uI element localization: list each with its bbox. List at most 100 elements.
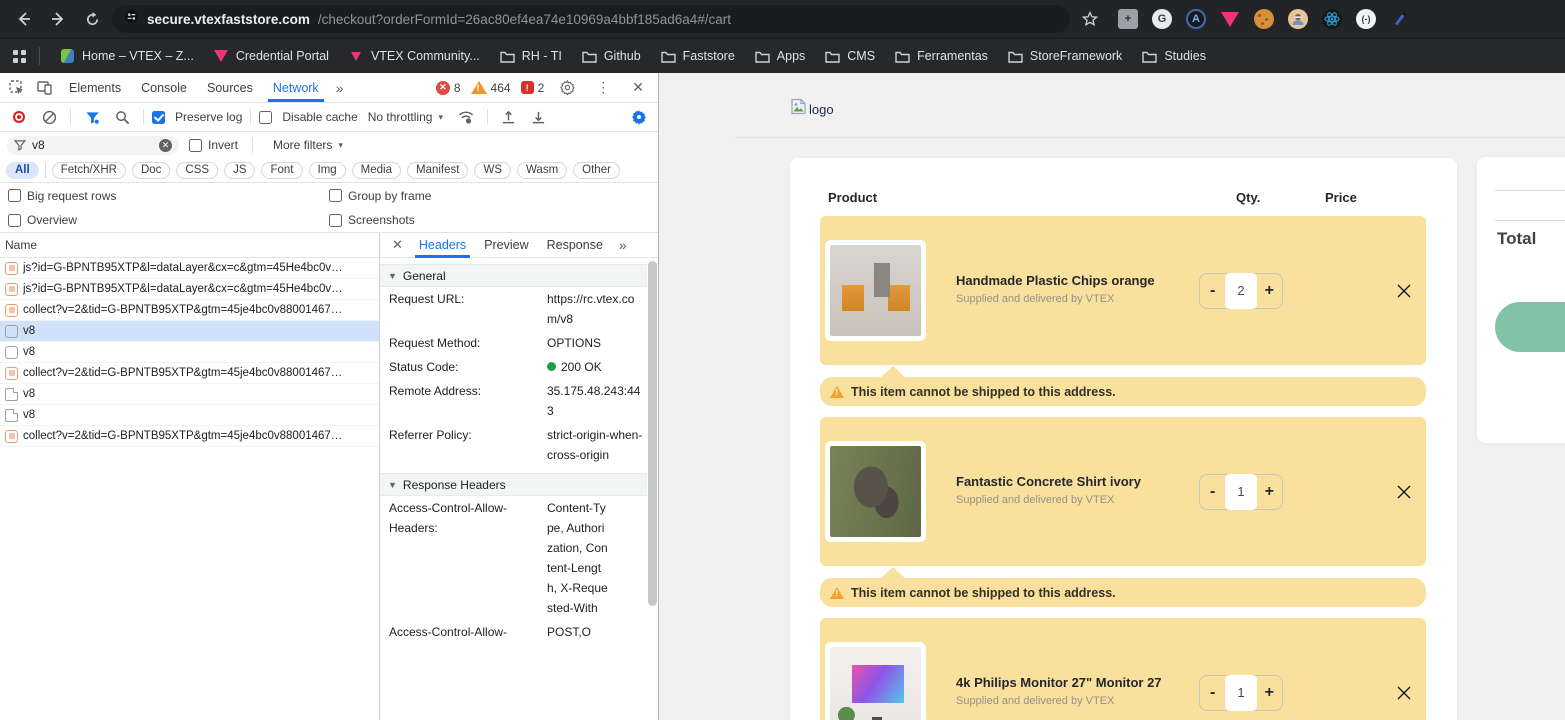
bookmark-folder-cms[interactable]: CMS (817, 45, 883, 68)
checkout-button[interactable] (1495, 302, 1565, 352)
filter-chip-img[interactable]: Img (308, 161, 346, 179)
throttling-dropdown[interactable]: No throttling ▾ (362, 110, 449, 124)
more-filters-dropdown[interactable]: More filters ▾ (267, 138, 349, 152)
quantity-value[interactable]: 1 (1225, 674, 1257, 711)
decrease-quantity-button[interactable]: - (1200, 274, 1225, 308)
request-row[interactable]: v8 (0, 384, 379, 405)
request-row-selected[interactable]: v8 (0, 321, 379, 342)
console-warnings-badge[interactable]: 464 (470, 81, 511, 95)
disable-cache-checkbox[interactable] (259, 110, 273, 124)
import-har-icon[interactable] (496, 105, 522, 129)
brackets-extension-icon[interactable]: (-) (1356, 9, 1376, 29)
filter-chip-font[interactable]: Font (261, 161, 303, 179)
remove-item-button[interactable] (1394, 683, 1414, 703)
request-row[interactable]: js?id=G-BPNTB95XTP&l=dataLayer&cx=c&gtm=… (0, 279, 379, 300)
product-image[interactable] (825, 642, 926, 720)
close-detail-icon[interactable]: ✕ (386, 237, 409, 253)
filter-chip-js[interactable]: JS (224, 161, 256, 179)
quantity-value[interactable]: 1 (1225, 473, 1257, 510)
request-row[interactable]: js?id=G-BPNTB95XTP&l=dataLayer&cx=c&gtm=… (0, 258, 379, 279)
export-har-icon[interactable] (526, 105, 552, 129)
devtools-kebab-menu-icon[interactable]: ⋮ (590, 79, 616, 96)
detail-scrollbar[interactable] (648, 261, 657, 606)
product-image[interactable] (825, 441, 926, 542)
tab-elements[interactable]: Elements (60, 73, 130, 102)
bookmark-folder-apps[interactable]: Apps (747, 45, 814, 68)
filter-chip-other[interactable]: Other (573, 161, 620, 179)
clapper-extension-icon[interactable]: + (1118, 9, 1138, 29)
filter-funnel-icon[interactable] (79, 105, 105, 129)
overview-checkbox[interactable] (8, 213, 21, 227)
devtools-settings-gear-icon[interactable] (554, 76, 580, 100)
clear-filter-icon[interactable]: ✕ (159, 138, 172, 152)
forward-icon[interactable] (44, 5, 72, 33)
search-icon[interactable] (109, 105, 135, 129)
general-section-header[interactable]: ▼ General (380, 264, 647, 287)
increase-quantity-button[interactable]: + (1257, 475, 1282, 509)
tab-network[interactable]: Network (264, 73, 328, 102)
record-network-log-icon[interactable] (6, 105, 32, 129)
address-bar[interactable]: secure.vtexfaststore.com/checkout?orderF… (112, 5, 1070, 33)
filter-chip-all[interactable]: All (6, 161, 39, 179)
bookmark-star-icon[interactable] (1076, 5, 1104, 33)
bookmark-folder-studies[interactable]: Studies (1134, 45, 1214, 68)
request-row[interactable]: collect?v=2&tid=G-BPNTB95XTP&gtm=45je4bc… (0, 300, 379, 321)
issues-badge[interactable]: ! 2 (520, 81, 544, 95)
name-column-header[interactable]: Name (0, 233, 379, 258)
decrease-quantity-button[interactable]: - (1200, 475, 1225, 509)
tab-console[interactable]: Console (132, 73, 196, 102)
tab-headers[interactable]: Headers (411, 233, 474, 258)
back-icon[interactable] (10, 5, 38, 33)
network-conditions-icon[interactable] (453, 105, 479, 129)
device-toolbar-icon[interactable] (32, 76, 58, 100)
circle-a-extension-icon[interactable]: A (1186, 9, 1206, 29)
filter-chip-css[interactable]: CSS (176, 161, 219, 179)
bookmark-home-vtex[interactable]: Home – VTEX – Z... (52, 45, 202, 68)
response-headers-section-header[interactable]: ▼ Response Headers (380, 473, 647, 496)
filter-chip-ws[interactable]: WS (474, 161, 511, 179)
color-picker-extension-icon[interactable] (1390, 9, 1410, 29)
clear-network-log-icon[interactable] (36, 105, 62, 129)
request-row[interactable]: collect?v=2&tid=G-BPNTB95XTP&gtm=45je4bc… (0, 426, 379, 447)
increase-quantity-button[interactable]: + (1257, 676, 1282, 710)
invert-checkbox[interactable] (189, 138, 202, 152)
request-row[interactable]: collect?v=2&tid=G-BPNTB95XTP&gtm=45je4bc… (0, 363, 379, 384)
bookmark-folder-ferramentas[interactable]: Ferramentas (887, 45, 996, 68)
request-row[interactable]: v8 (0, 405, 379, 426)
tab-preview[interactable]: Preview (476, 233, 536, 257)
filter-chip-doc[interactable]: Doc (131, 161, 171, 179)
group-by-frame-checkbox[interactable] (329, 189, 342, 202)
network-settings-gear-icon[interactable] (626, 105, 652, 129)
grammarly-extension-icon[interactable]: G (1152, 9, 1172, 29)
avatar-extension-icon[interactable] (1288, 9, 1308, 29)
apps-grid-icon[interactable] (12, 49, 27, 64)
big-request-rows-checkbox[interactable] (8, 189, 21, 202)
remove-item-button[interactable] (1394, 281, 1414, 301)
reload-icon[interactable] (78, 5, 106, 33)
tab-sources[interactable]: Sources (198, 73, 262, 102)
site-settings-icon[interactable] (124, 9, 139, 29)
console-errors-badge[interactable]: ✕ 8 (435, 80, 461, 95)
inspect-element-icon[interactable] (4, 76, 30, 100)
bookmark-folder-storeframework[interactable]: StoreFramework (1000, 45, 1130, 68)
bookmark-folder-github[interactable]: Github (574, 45, 649, 68)
remove-item-button[interactable] (1394, 482, 1414, 502)
vtex-extension-icon[interactable] (1220, 9, 1240, 29)
quantity-value[interactable]: 2 (1225, 272, 1257, 309)
bookmark-folder-faststore[interactable]: Faststore (653, 45, 743, 68)
store-logo[interactable]: logo (790, 98, 834, 120)
product-image[interactable] (825, 240, 926, 341)
filter-chip-wasm[interactable]: Wasm (517, 161, 568, 179)
bookmark-credential-portal[interactable]: Credential Portal (206, 45, 337, 68)
more-detail-tabs-icon[interactable]: » (613, 237, 633, 253)
bookmark-vtex-community[interactable]: VTEX Community... (341, 45, 488, 68)
preserve-log-checkbox[interactable] (152, 110, 165, 124)
filter-chip-media[interactable]: Media (351, 161, 401, 179)
tab-response[interactable]: Response (539, 233, 611, 257)
cookie-extension-icon[interactable] (1254, 9, 1274, 29)
more-tabs-icon[interactable]: » (330, 80, 350, 96)
devtools-close-icon[interactable]: ✕ (626, 79, 650, 96)
increase-quantity-button[interactable]: + (1257, 274, 1282, 308)
request-row[interactable]: v8 (0, 342, 379, 363)
decrease-quantity-button[interactable]: - (1200, 676, 1225, 710)
